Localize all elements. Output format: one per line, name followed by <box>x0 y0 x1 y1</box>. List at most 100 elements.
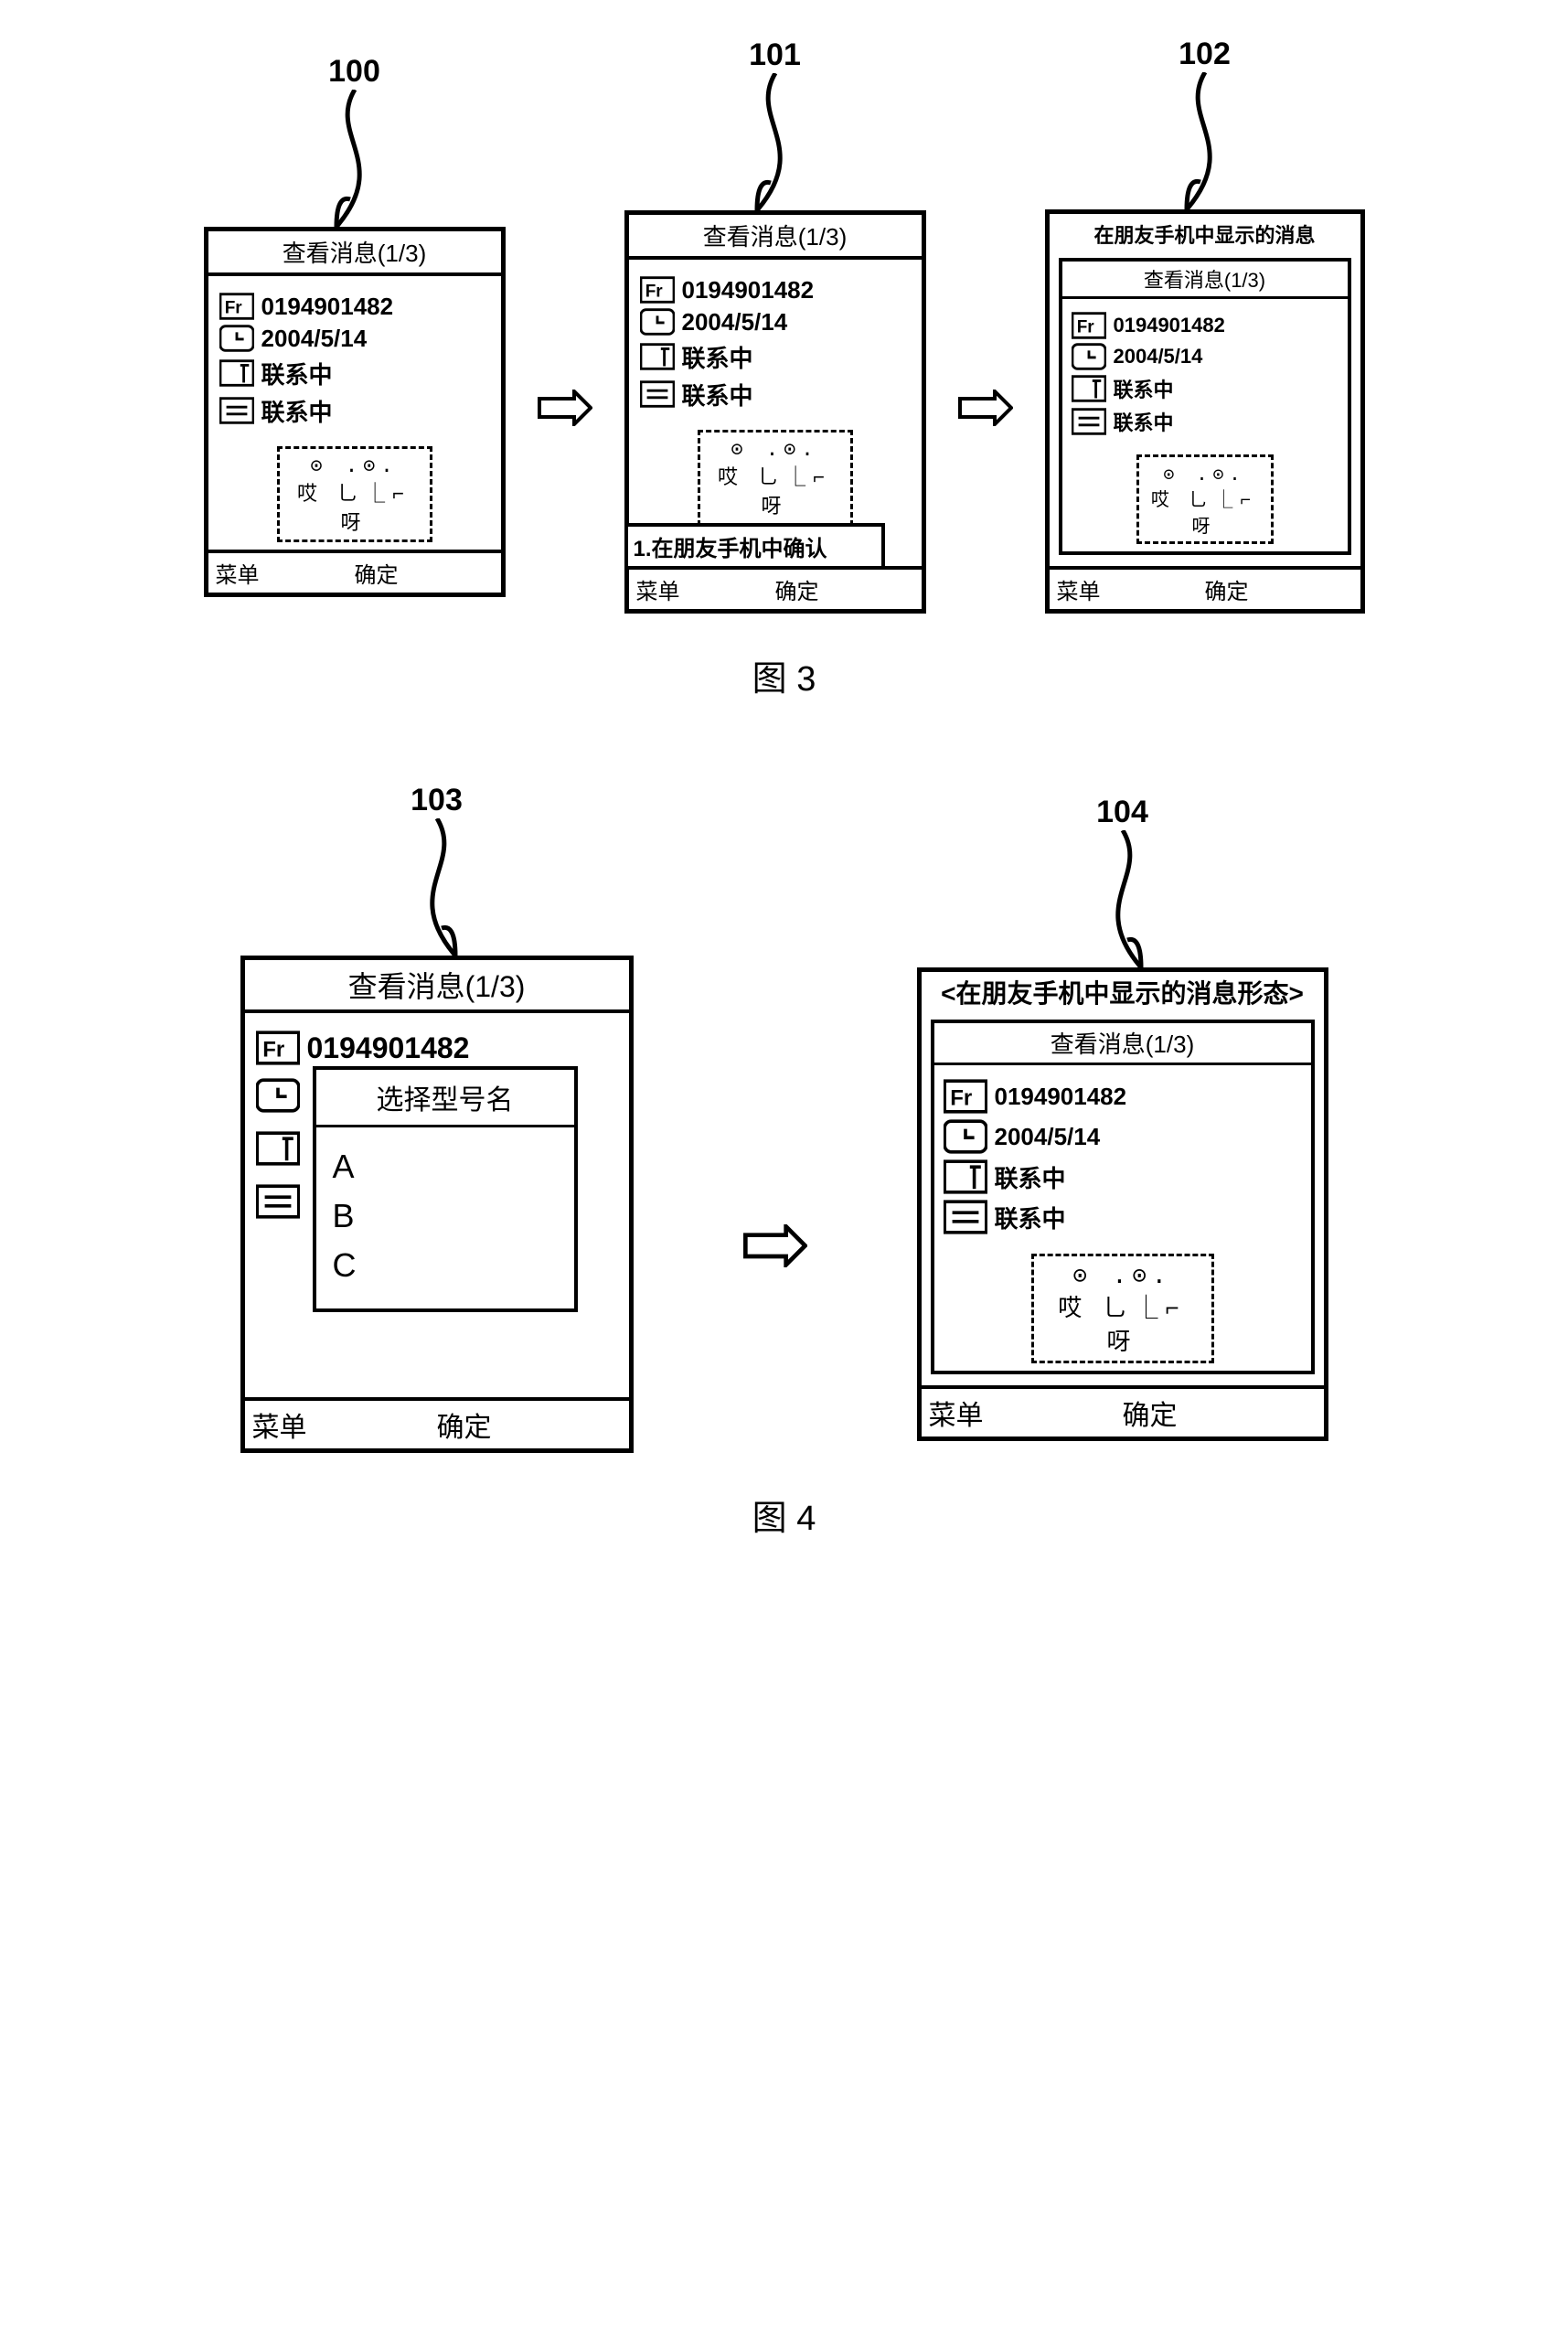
screen-body: Fr 0194901482 <box>245 1013 629 1397</box>
status2-value: 联系中 <box>261 394 333 428</box>
ref-label-102: 102 <box>1179 37 1231 72</box>
callout-tail-104 <box>1068 830 1178 967</box>
date-value: 2004/5/14 <box>261 325 368 353</box>
from-icon: Fr <box>256 1030 300 1066</box>
softkey-menu[interactable]: 菜单 <box>216 557 260 589</box>
svg-text:Fr: Fr <box>1076 318 1094 337</box>
date-value: 2004/5/14 <box>682 308 788 336</box>
figure-3: 100 查看消息(1/3) Fr 0194901482 <box>37 37 1531 700</box>
phone-screen-102: 在朋友手机中显示的消息 查看消息(1/3) Fr 0194901482 <box>1045 209 1365 614</box>
figure-4-caption: 图 4 <box>37 1490 1531 1540</box>
from-icon: Fr <box>944 1078 987 1115</box>
from-value: 0194901482 <box>1114 314 1225 337</box>
status2-value: 联系中 <box>1114 407 1174 436</box>
from-line: Fr 0194901482 <box>944 1078 1302 1115</box>
softkey-bar: 菜单 确定 <box>208 550 501 593</box>
phone-screen-101: 查看消息(1/3) Fr 0194901482 2004/5/14 <box>624 210 926 614</box>
date-line: 2004/5/14 <box>1072 343 1339 370</box>
inner-body: Fr 0194901482 2004/5/14 <box>934 1065 1311 1371</box>
emoticon-top: ⊙ .⊙. <box>287 454 422 477</box>
subject-icon <box>219 359 254 387</box>
model-option-b[interactable]: B <box>333 1191 558 1241</box>
outer-title: <在朋友手机中显示的消息形态> <box>922 972 1324 1020</box>
model-option-a[interactable]: A <box>333 1142 558 1191</box>
status2-line: 联系中 <box>1072 407 1339 436</box>
svg-text:Fr: Fr <box>950 1086 972 1111</box>
from-icon: Fr <box>640 276 675 304</box>
arrow-2 <box>954 390 1018 426</box>
status1-value: 联系中 <box>261 357 333 390</box>
menu-popup-item[interactable]: 1.在朋友手机中确认 <box>624 523 885 570</box>
figure-3-caption: 图 3 <box>37 650 1531 700</box>
svg-text:Fr: Fr <box>262 1038 284 1063</box>
softkey-ok[interactable]: 确定 <box>984 1393 1317 1433</box>
date-value: 2004/5/14 <box>1114 345 1203 368</box>
figure-4: 103 查看消息(1/3) Fr 0194901482 <box>37 783 1531 1540</box>
softkey-ok[interactable]: 确定 <box>307 1404 622 1445</box>
softkey-ok[interactable]: 确定 <box>260 557 494 589</box>
phone-screen-104: <在朋友手机中显示的消息形态> 查看消息(1/3) Fr 0194901482 <box>917 967 1328 1441</box>
body-icon <box>640 380 675 408</box>
date-line: 2004/5/14 <box>944 1118 1302 1155</box>
svg-text:Fr: Fr <box>224 299 242 318</box>
emoticon-bottom: 哎 ⺃⎿⌐ 呀 <box>1147 485 1264 538</box>
callout-tail-103 <box>382 818 492 956</box>
status2-line: 联系中 <box>944 1199 1302 1235</box>
softkey-bar: 菜单 确定 <box>922 1385 1324 1437</box>
screen-body: Fr 0194901482 2004/5/14 联 <box>629 260 922 566</box>
subject-icon <box>256 1130 300 1167</box>
model-option-c[interactable]: C <box>333 1241 558 1290</box>
date-line: 2004/5/14 <box>640 308 911 336</box>
emoticon-box: ⊙ .⊙. 哎 ⺃⎿⌐ 呀 <box>698 430 853 526</box>
emoticon-box: ⊙ .⊙. 哎 ⺃⎿⌐ 呀 <box>1136 454 1274 544</box>
body-icon <box>1072 408 1106 435</box>
softkey-menu[interactable]: 菜单 <box>929 1393 984 1433</box>
clock-icon <box>256 1077 300 1114</box>
softkey-ok[interactable]: 确定 <box>1101 573 1353 605</box>
date-value: 2004/5/14 <box>995 1123 1101 1151</box>
softkey-bar: 菜单 确定 <box>1050 566 1360 609</box>
outer-title: 在朋友手机中显示的消息 <box>1050 214 1360 258</box>
title-bar: 查看消息(1/3) <box>208 231 501 276</box>
from-icon: Fr <box>219 293 254 320</box>
emoticon-bottom: 哎 ⺃⎿⌐ 呀 <box>287 477 422 536</box>
callout-tail-102 <box>1150 72 1260 209</box>
subject-icon <box>1072 375 1106 402</box>
status2-value: 联系中 <box>995 1201 1066 1234</box>
from-line: Fr 0194901482 <box>1072 312 1339 339</box>
clock-icon <box>640 308 675 336</box>
softkey-menu[interactable]: 菜单 <box>252 1404 307 1445</box>
status1-line: 联系中 <box>1072 374 1339 403</box>
ref-label-104: 104 <box>1096 795 1148 830</box>
status1-line: 联系中 <box>219 357 490 390</box>
status1-value: 联系中 <box>682 340 753 374</box>
status1-value: 联系中 <box>1114 374 1174 403</box>
softkey-bar: 菜单 确定 <box>629 566 922 609</box>
phone-screen-103: 查看消息(1/3) Fr 0194901482 <box>240 956 634 1453</box>
from-value: 0194901482 <box>682 276 815 304</box>
screen-104-group: 104 <在朋友手机中显示的消息形态> 查看消息(1/3) Fr 0194901… <box>917 795 1328 1441</box>
body-icon <box>944 1199 987 1235</box>
clock-icon <box>944 1118 987 1155</box>
status1-line: 联系中 <box>944 1159 1302 1195</box>
from-line: Fr 0194901482 <box>219 293 490 321</box>
status2-line: 联系中 <box>640 378 911 411</box>
softkey-bar: 菜单 确定 <box>245 1397 629 1448</box>
softkey-menu[interactable]: 菜单 <box>1057 573 1101 605</box>
title-bar: 查看消息(1/3) <box>245 960 629 1013</box>
ref-label-101: 101 <box>749 37 801 73</box>
screen-103-group: 103 查看消息(1/3) Fr 0194901482 <box>240 783 634 1453</box>
from-line: Fr 0194901482 <box>256 1030 618 1066</box>
screen-body: Fr 0194901482 2004/5/14 联 <box>208 276 501 550</box>
phone-screen-100: 查看消息(1/3) Fr 0194901482 2004/5/14 <box>204 227 506 597</box>
emoticon-box: ⊙ .⊙. 哎 ⺃⎿⌐ 呀 <box>1031 1254 1214 1363</box>
softkey-menu[interactable]: 菜单 <box>636 573 680 605</box>
inner-body: Fr 0194901482 2004/5/14 <box>1062 299 1348 551</box>
status2-line: 联系中 <box>219 394 490 428</box>
status1-line: 联系中 <box>640 340 911 374</box>
figure-3-row: 100 查看消息(1/3) Fr 0194901482 <box>37 37 1531 614</box>
screen-100-group: 100 查看消息(1/3) Fr 0194901482 <box>204 54 506 597</box>
softkey-ok[interactable]: 确定 <box>680 573 914 605</box>
figure-4-row: 103 查看消息(1/3) Fr 0194901482 <box>37 783 1531 1453</box>
inner-preview: 查看消息(1/3) Fr 0194901482 2004/ <box>1059 258 1351 555</box>
